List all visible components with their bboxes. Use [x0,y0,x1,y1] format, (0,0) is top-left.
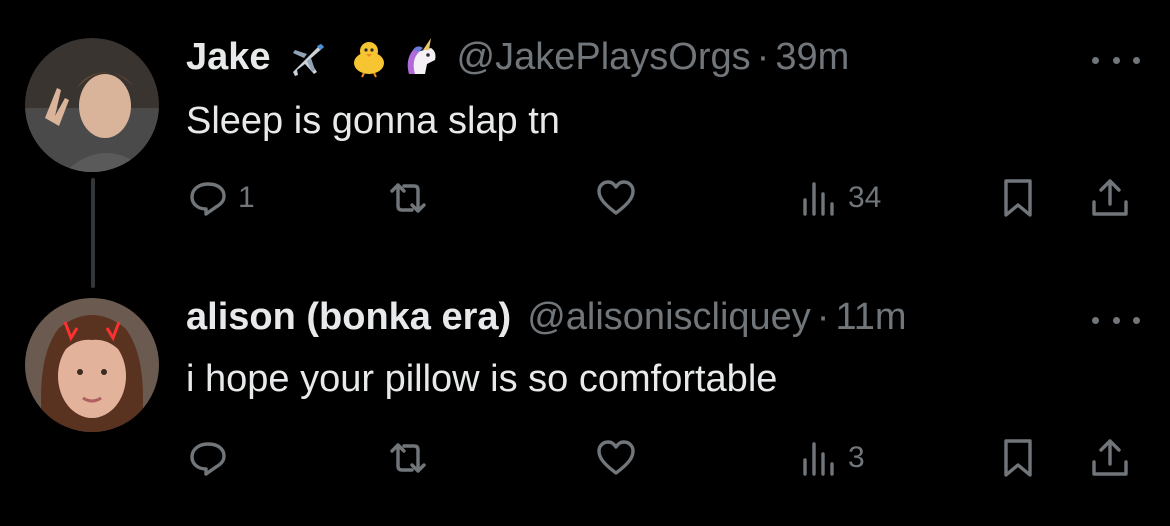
tweet-text: Sleep is gonna slap tn [186,100,560,142]
avatar-jake[interactable] [25,38,159,172]
share-icon [1092,439,1128,476]
reply-button[interactable] [186,436,238,480]
chick-emoji-icon [349,38,389,78]
reply-count: 1 [238,181,255,214]
views-count: 3 [848,441,865,474]
unicorn-emoji-icon [401,37,441,78]
reply-icon [190,442,226,476]
retweet-icon [390,183,426,213]
separator-dot: · [756,36,770,78]
user-handle[interactable]: @JakePlaysOrgs [457,36,751,79]
tweet-header: alison (bonka era) @alisoniscliquey · 11… [186,296,907,339]
display-name[interactable]: Jake [186,36,271,79]
tweet-actions: 1 34 [186,176,1146,222]
heart-icon [597,440,635,475]
heart-icon [597,180,635,215]
views-chart-icon [803,442,834,476]
share-icon [1092,179,1128,216]
like-button[interactable] [594,436,646,480]
bookmark-button[interactable] [996,436,1040,480]
share-button[interactable] [1088,176,1132,220]
separator-dot: · [816,296,830,338]
timestamp[interactable]: 39m [775,36,849,79]
views-chart-icon [803,182,834,216]
views-button[interactable]: 34 [796,176,881,220]
more-options-icon[interactable] [1092,50,1140,70]
retweet-button[interactable] [386,436,438,480]
more-options-icon[interactable] [1092,310,1140,330]
bookmark-icon [1004,179,1032,217]
avatar-alison[interactable] [25,298,159,432]
tweet-alison[interactable]: alison (bonka era) @alisoniscliquey · 11… [0,290,1170,526]
tweet-text: i hope your pillow is so comfortable [186,358,778,400]
bookmark-button[interactable] [996,176,1040,220]
share-button[interactable] [1088,436,1132,480]
user-handle[interactable]: @alisoniscliquey [527,296,811,339]
like-button[interactable] [594,176,646,220]
bookmark-icon [1004,439,1032,477]
tweet-jake[interactable]: Jake @JakePlaysOrgs · 39m Sleep is gonna… [0,0,1170,260]
reply-icon [190,182,226,216]
views-button[interactable]: 3 [796,436,865,480]
tweet-actions: 3 [186,436,1146,482]
retweet-icon [390,443,426,473]
retweet-button[interactable] [386,176,438,220]
tweet-header: Jake @JakePlaysOrgs · 39m [186,36,849,79]
timestamp[interactable]: 11m [835,296,906,339]
airplane-emoji-icon [287,38,327,78]
display-name[interactable]: alison (bonka era) [186,296,511,339]
views-count: 34 [848,181,882,214]
reply-button[interactable]: 1 [186,176,255,220]
